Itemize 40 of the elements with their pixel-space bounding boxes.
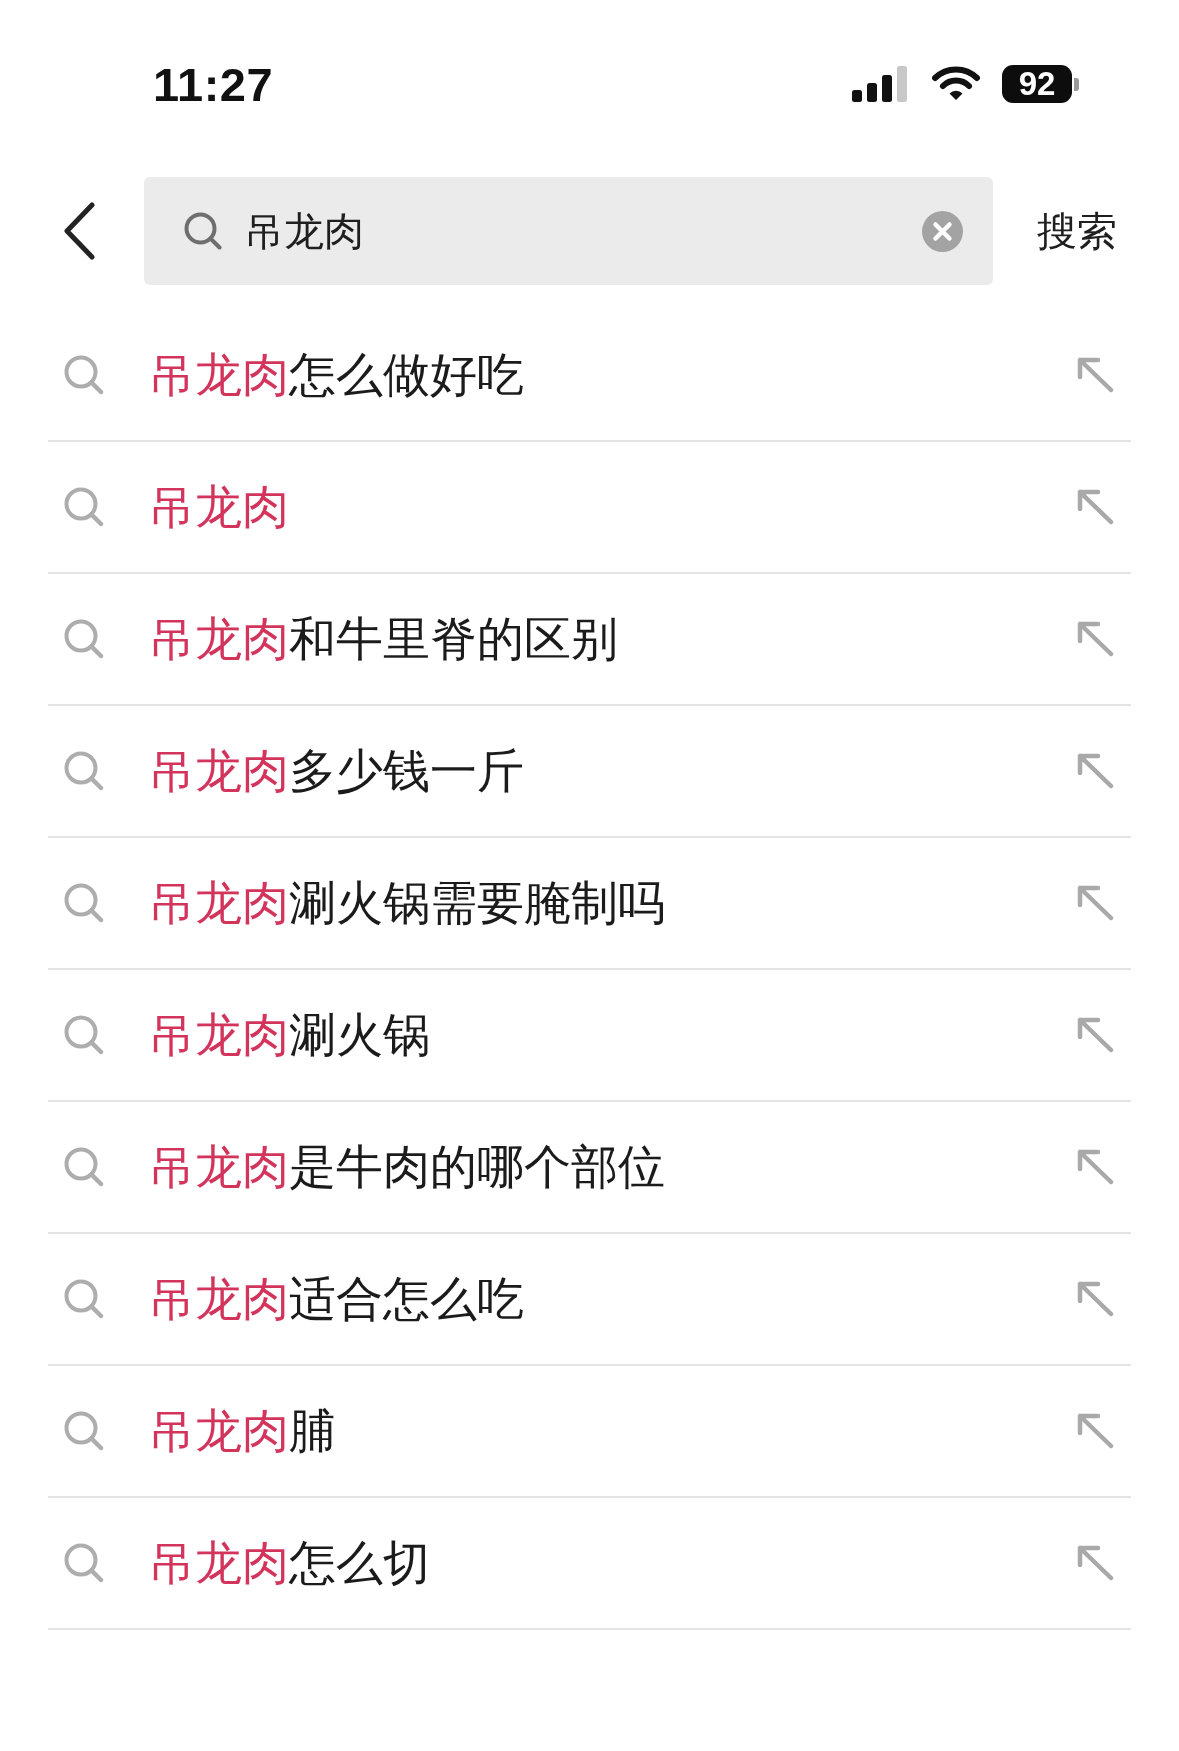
arrow-up-left-icon[interactable] — [1077, 1017, 1114, 1053]
search-icon — [64, 1279, 104, 1319]
suggestion-text[interactable]: 吊龙肉适合怎么吃 — [148, 1267, 1077, 1331]
suggestion-text[interactable]: 吊龙肉涮火锅需要腌制吗 — [148, 871, 1077, 935]
signal-icon — [852, 66, 910, 102]
search-icon — [64, 1015, 104, 1055]
suggestion-text[interactable]: 吊龙肉怎么切 — [148, 1531, 1077, 1595]
search-icon — [64, 751, 104, 791]
search-icon — [64, 1543, 104, 1583]
search-field[interactable]: 吊龙肉 — [144, 177, 993, 285]
arrow-up-left-icon[interactable] — [1077, 753, 1114, 789]
wifi-icon — [932, 66, 980, 102]
arrow-up-left-icon[interactable] — [1077, 1281, 1114, 1317]
arrow-up-left-icon[interactable] — [1077, 489, 1114, 525]
status-time: 11:27 — [153, 56, 274, 112]
back-chevron-icon — [62, 202, 96, 260]
suggestion-text[interactable]: 吊龙肉 — [148, 475, 1077, 539]
search-value[interactable]: 吊龙肉 — [244, 203, 922, 259]
suggestion-text[interactable]: 吊龙肉多少钱一斤 — [148, 739, 1077, 803]
arrow-up-left-icon[interactable] — [1077, 1149, 1114, 1185]
arrow-up-left-icon[interactable] — [1077, 621, 1114, 657]
arrow-up-left-icon[interactable] — [1077, 357, 1114, 393]
arrow-up-left-icon[interactable] — [1077, 1413, 1114, 1449]
search-icon — [64, 1411, 104, 1451]
suggestion-text[interactable]: 吊龙肉和牛里脊的区别 — [148, 607, 1077, 671]
search-button[interactable]: 搜索 — [1037, 195, 1117, 267]
arrow-up-left-icon[interactable] — [1077, 1545, 1114, 1581]
suggestion-text[interactable]: 吊龙肉是牛肉的哪个部位 — [148, 1135, 1077, 1199]
search-icon — [184, 212, 222, 250]
search-icon — [64, 487, 104, 527]
suggestion-text[interactable]: 吊龙肉涮火锅 — [148, 1003, 1077, 1067]
search-icon — [64, 883, 104, 923]
arrow-up-left-icon[interactable] — [1077, 885, 1114, 921]
suggestion-text[interactable]: 吊龙肉怎么做好吃 — [148, 343, 1077, 407]
search-icon — [64, 1147, 104, 1187]
search-icon — [64, 619, 104, 659]
search-icon — [64, 355, 104, 395]
battery-indicator: 92 — [1002, 65, 1079, 103]
clear-icon[interactable] — [922, 210, 963, 252]
suggestion-text[interactable]: 吊龙肉脯 — [148, 1399, 1077, 1463]
